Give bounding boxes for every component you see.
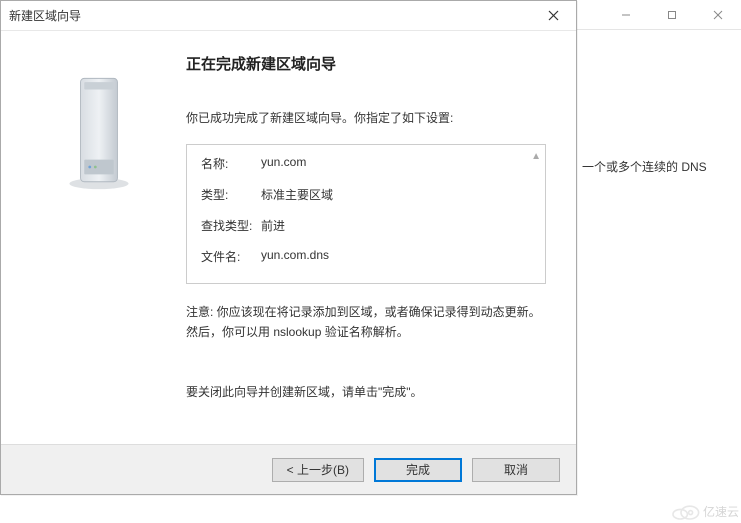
- summary-type-label: 类型:: [201, 186, 261, 203]
- wizard-content-panel: 正在完成新建区域向导 你已成功完成了新建区域向导。你指定了如下设置: ▲ 名称:…: [176, 51, 556, 434]
- summary-row-lookup: 查找类型: 前进: [201, 217, 531, 234]
- dialog-title: 新建区域向导: [9, 7, 530, 24]
- wizard-graphic-panel: [21, 51, 176, 434]
- watermark-text: 亿速云: [703, 503, 739, 520]
- summary-file-value: yun.com.dns: [261, 248, 531, 265]
- summary-lookup-value: 前进: [261, 217, 531, 234]
- wizard-heading: 正在完成新建区域向导: [186, 53, 546, 74]
- close-icon: [548, 10, 559, 21]
- wizard-instruction: 要关闭此向导并创建新区域，请单击"完成"。: [186, 383, 546, 400]
- cancel-button[interactable]: 取消: [472, 458, 560, 482]
- summary-name-value: yun.com: [261, 155, 531, 172]
- background-partial-text: 一个或多个连续的 DNS: [582, 158, 707, 177]
- wizard-dialog: 新建区域向导: [0, 0, 577, 495]
- summary-name-label: 名称:: [201, 155, 261, 172]
- summary-row-file: 文件名: yun.com.dns: [201, 248, 531, 265]
- watermark: 亿速云: [669, 501, 739, 521]
- back-button[interactable]: < 上一步(B): [272, 458, 364, 482]
- maximize-button[interactable]: [649, 0, 695, 30]
- scroll-up-icon[interactable]: ▲: [531, 151, 541, 162]
- close-button-bg[interactable]: [695, 0, 741, 30]
- summary-type-value: 标准主要区域: [261, 186, 531, 203]
- summary-row-type: 类型: 标准主要区域: [201, 186, 531, 203]
- dialog-titlebar[interactable]: 新建区域向导: [1, 1, 576, 31]
- server-icon: [59, 71, 139, 191]
- summary-file-label: 文件名:: [201, 248, 261, 265]
- summary-row-name: 名称: yun.com: [201, 155, 531, 172]
- summary-box: ▲ 名称: yun.com 类型: 标准主要区域 查找类型: 前进 文件名: y…: [186, 144, 546, 284]
- wizard-intro: 你已成功完成了新建区域向导。你指定了如下设置:: [186, 109, 546, 126]
- close-button[interactable]: [530, 1, 576, 31]
- button-row: < 上一步(B) 完成 取消: [1, 444, 576, 494]
- wizard-note: 注意: 你应该现在将记录添加到区域，或者确保记录得到动态更新。然后，你可以用 n…: [186, 302, 546, 343]
- minimize-button[interactable]: [603, 0, 649, 30]
- finish-button[interactable]: 完成: [374, 458, 462, 482]
- summary-lookup-label: 查找类型:: [201, 217, 261, 234]
- cloud-icon: [669, 501, 701, 521]
- wizard-body: 正在完成新建区域向导 你已成功完成了新建区域向导。你指定了如下设置: ▲ 名称:…: [1, 31, 576, 444]
